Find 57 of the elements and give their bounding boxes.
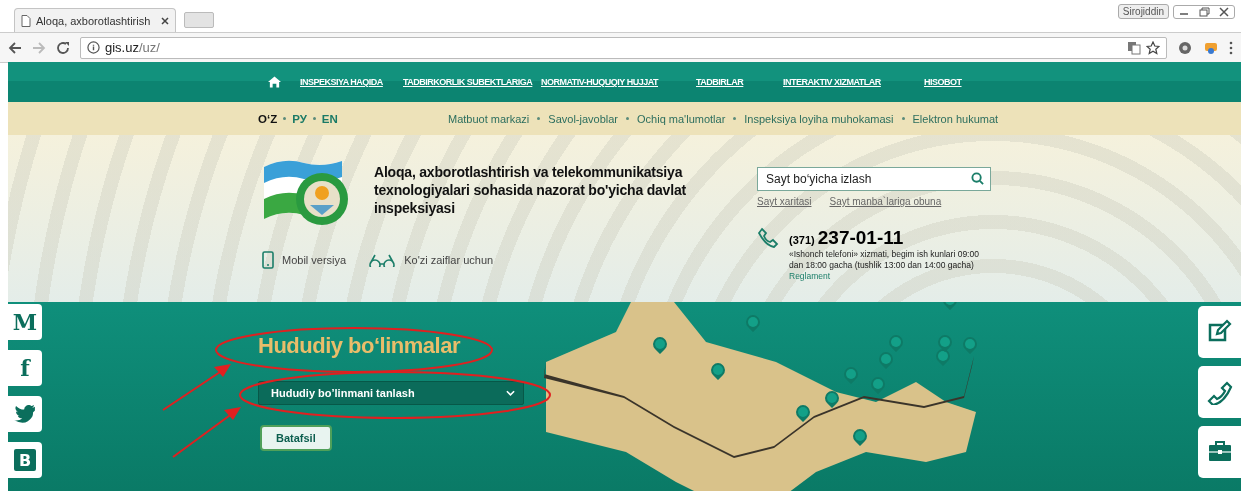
extension-icon[interactable] — [1177, 39, 1193, 56]
social-button[interactable] — [8, 396, 42, 432]
glasses-icon — [368, 253, 397, 267]
top-link[interactable]: Savol-javoblar — [548, 112, 618, 125]
side-tool-button[interactable] — [1198, 426, 1241, 478]
social-button[interactable]: f — [8, 350, 42, 386]
star-icon[interactable] — [1146, 40, 1160, 55]
mobile-version-link[interactable]: Mobil versiya — [262, 251, 347, 269]
nav-link[interactable]: HISOBOT — [924, 77, 962, 87]
search-field[interactable]: Sayt bo‘yicha izlash — [757, 167, 991, 191]
region-select[interactable]: Hududiy bo’linmani tanlash — [258, 381, 524, 405]
menu-icon[interactable] — [1229, 40, 1233, 55]
social-button[interactable]: M — [8, 304, 42, 340]
translate-icon[interactable] — [1127, 40, 1141, 55]
details-button[interactable]: Batafsil — [260, 425, 332, 451]
top-link[interactable]: Elektron hukumat — [912, 112, 999, 125]
language-link[interactable]: O‘Z — [258, 112, 278, 125]
url-text: gis.uz/uz/ — [105, 40, 160, 55]
phone-number: (371) 237-01-11 — [789, 227, 905, 249]
side-tool-button[interactable] — [1198, 306, 1241, 358]
nav-link[interactable]: TADBIRKORLIK SUBEKTLARIGA — [403, 77, 541, 87]
phone-note: «Ishonch telefoni» xizmati, begim ish kunlari 09:00 dan 18:00 gacha (tushlik 13:00 dan 14:00 gacha) Reglament — [789, 249, 980, 282]
chevron-down-icon — [506, 390, 515, 396]
top-link[interactable]: Matbuot markazi — [448, 112, 530, 125]
page-icon — [21, 14, 31, 27]
reload-icon[interactable] — [56, 40, 70, 55]
arrow-drawing — [161, 362, 233, 412]
search-icon[interactable] — [971, 172, 984, 185]
section-title: Hududiy bo‘linmalar — [258, 335, 460, 357]
bird-icon — [14, 405, 36, 423]
browser-tab[interactable]: Aloqa, axborotlashtirish — [14, 8, 176, 32]
nav-link[interactable]: INSPEKSIYA HAQIDA — [300, 77, 403, 87]
nav-link[interactable]: TADBIRLAR — [696, 77, 783, 87]
language-link[interactable]: EN — [321, 112, 338, 125]
top-link[interactable]: Inspeksiya loyiha muhokamasi — [744, 112, 894, 125]
home-icon[interactable] — [268, 76, 281, 88]
nav-link[interactable]: NORMATIV-HUQUQIY HUJJAT — [541, 77, 696, 87]
phone-device-icon — [262, 251, 274, 269]
top-link[interactable]: Ochiq ma'lumotlar — [637, 112, 726, 125]
info-icon — [87, 41, 100, 54]
phone-icon — [757, 227, 779, 249]
arrow-drawing — [171, 405, 243, 459]
side-tool-button[interactable] — [1198, 366, 1241, 418]
close-icon[interactable] — [161, 16, 169, 25]
social-button[interactable]: B — [8, 442, 42, 478]
address-bar[interactable]: gis.uz/uz/ — [80, 36, 1167, 59]
site-title: Aloqa, axborotlashtirish va telekommunikatsiya texnologiyalari sohasida nazorat bo'yicha davlat inspeksiyasi — [374, 163, 687, 217]
header-link[interactable]: Sayt manba`lariga obuna — [829, 196, 942, 207]
low-vision-link[interactable]: Ko'zi zaiflar uchun — [368, 253, 494, 267]
tab-title: Aloqa, axborotlashtirish — [36, 14, 152, 27]
profile-button[interactable]: Sirojiddin — [1117, 4, 1169, 19]
regulation-link[interactable]: Reglament — [789, 271, 831, 281]
back-icon[interactable] — [8, 40, 22, 55]
nav-link[interactable]: INTERAKTIV XIZMATLAR — [783, 77, 924, 87]
header-link[interactable]: Sayt xaritasi — [757, 196, 812, 207]
language-link[interactable]: РУ — [292, 112, 307, 125]
phone-icon — [1206, 379, 1233, 405]
